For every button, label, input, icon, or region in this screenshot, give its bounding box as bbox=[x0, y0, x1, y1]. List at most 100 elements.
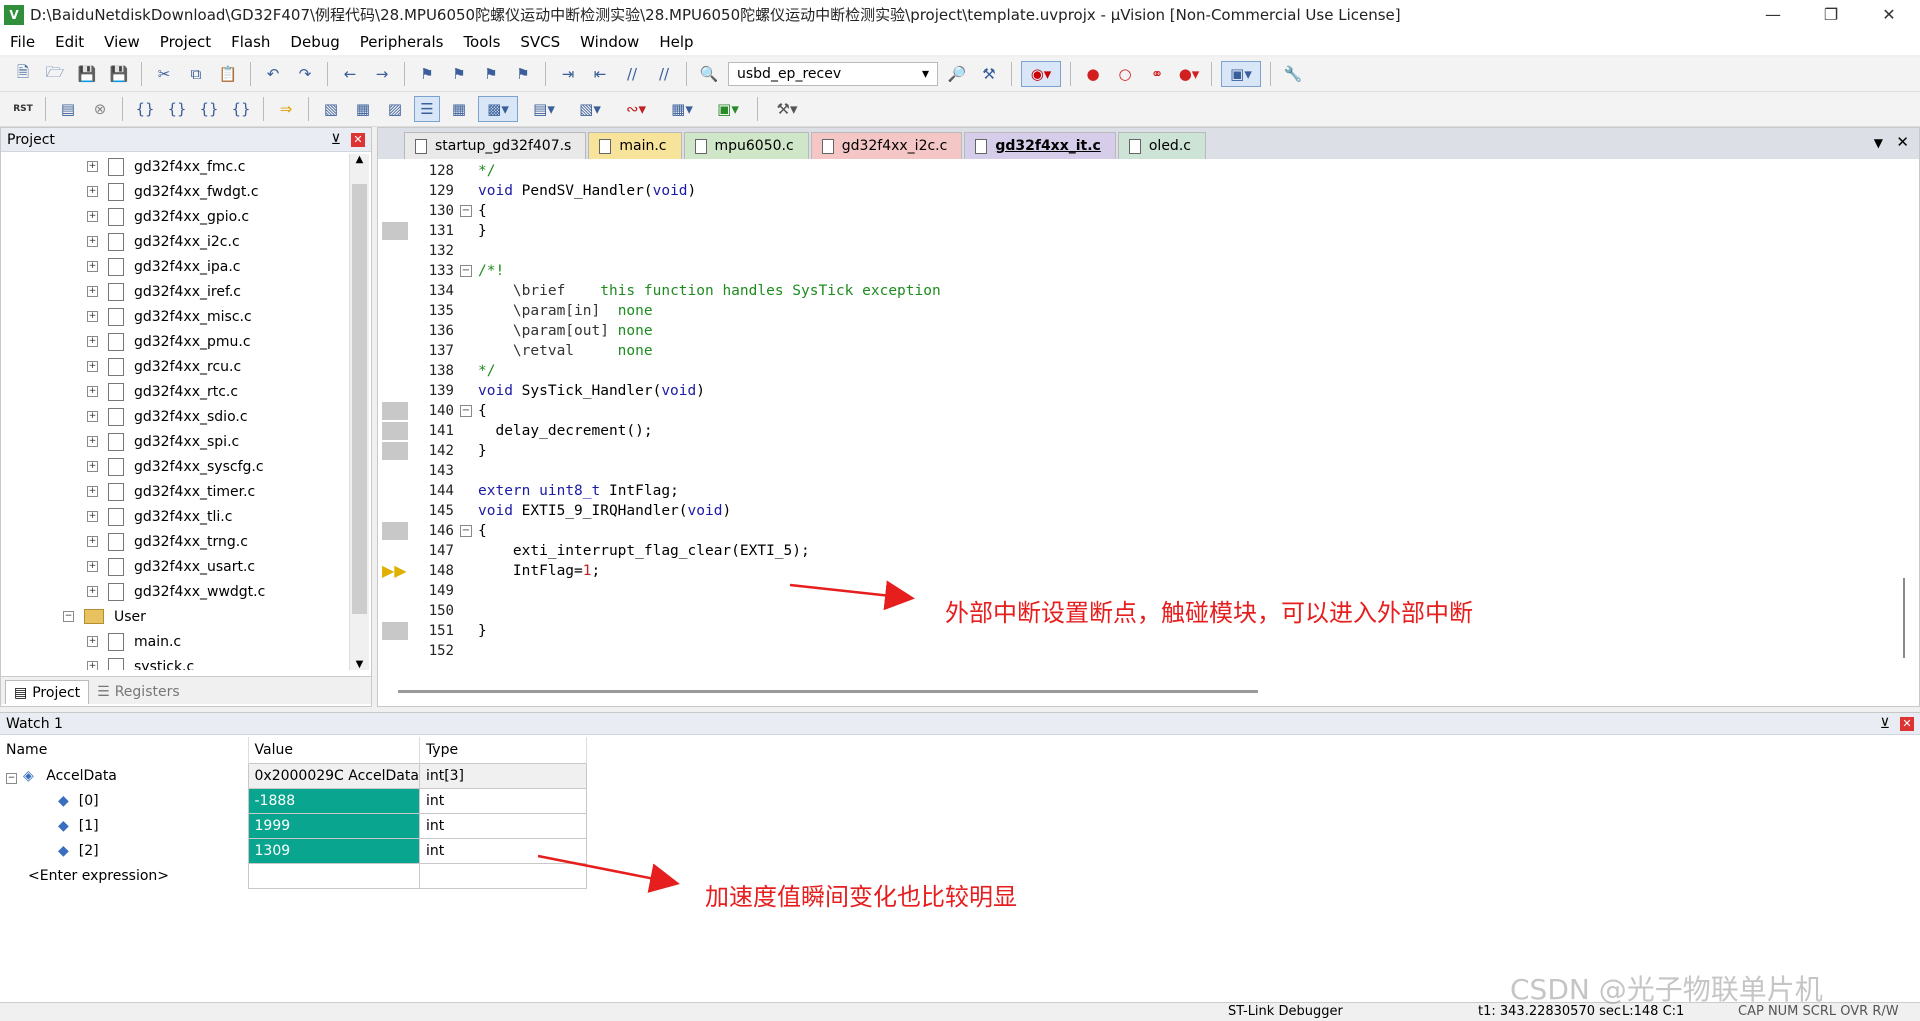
system-viewer-icon[interactable]: ▦▾ bbox=[662, 96, 702, 122]
project-scrollbar[interactable]: ▲ ▼ bbox=[349, 154, 369, 670]
serial-windows-icon[interactable]: ▧▾ bbox=[570, 96, 610, 122]
reset-button[interactable]: RST bbox=[10, 96, 36, 122]
symbols-icon[interactable]: ▨ bbox=[382, 96, 408, 122]
code-line[interactable]: \retval none bbox=[478, 341, 653, 361]
code-line[interactable]: \brief this function handles SysTick exc… bbox=[478, 281, 941, 301]
tab-project[interactable]: ▤ Project bbox=[5, 680, 90, 704]
executable-line-marker[interactable] bbox=[382, 622, 408, 640]
debug-session-icon[interactable]: ◉▾ bbox=[1021, 61, 1061, 87]
step-over-icon[interactable]: {} bbox=[164, 96, 190, 122]
editor-tab[interactable]: oled.c bbox=[1117, 132, 1206, 159]
watch-value-cell[interactable]: 1309 bbox=[247, 837, 420, 864]
watch-value-cell[interactable]: 1999 bbox=[247, 812, 420, 839]
tree-file[interactable]: + gd32f4xx_gpio.c bbox=[1, 204, 349, 229]
scroll-thumb[interactable] bbox=[398, 690, 1258, 693]
disable-all-breakpoints-icon[interactable]: ⚭ bbox=[1144, 61, 1170, 87]
menu-tools[interactable]: Tools bbox=[453, 33, 510, 51]
expand-icon[interactable]: + bbox=[87, 486, 98, 497]
maximize-button[interactable]: ❐ bbox=[1802, 0, 1860, 29]
step-out-icon[interactable]: {} bbox=[196, 96, 222, 122]
save-icon[interactable]: 💾 bbox=[74, 61, 100, 87]
expand-icon[interactable]: + bbox=[87, 461, 98, 472]
executable-line-marker[interactable] bbox=[382, 522, 408, 540]
tree-file[interactable]: + gd32f4xx_timer.c bbox=[1, 479, 349, 504]
watch-name-cell[interactable]: ◆ [1] bbox=[0, 813, 248, 838]
watch-name-cell[interactable]: − ◈ AccelData bbox=[0, 763, 249, 788]
tree-folder-user[interactable]: − User bbox=[1, 604, 349, 629]
watch-name-cell[interactable]: ◆ [0] bbox=[0, 788, 248, 813]
kill-breakpoints-icon[interactable]: ●▾ bbox=[1176, 61, 1202, 87]
menu-debug[interactable]: Debug bbox=[280, 33, 349, 51]
expand-icon[interactable]: + bbox=[87, 411, 98, 422]
tree-file[interactable]: + gd32f4xx_syscfg.c bbox=[1, 454, 349, 479]
close-panel-icon[interactable]: ✕ bbox=[1900, 716, 1914, 731]
scroll-up-icon[interactable]: ▲ bbox=[350, 154, 369, 165]
menu-flash[interactable]: Flash bbox=[221, 33, 280, 51]
disassembly-icon[interactable]: ▦ bbox=[350, 96, 376, 122]
run-to-cursor-icon[interactable]: {} bbox=[228, 96, 254, 122]
step-into-icon[interactable]: {} bbox=[132, 96, 158, 122]
editor-tab[interactable]: mpu6050.c bbox=[683, 132, 809, 159]
undo-icon[interactable]: ↶ bbox=[260, 61, 286, 87]
fold-icon[interactable]: − bbox=[460, 265, 472, 277]
menu-peripherals[interactable]: Peripherals bbox=[350, 33, 454, 51]
code-line[interactable]: \param[out] none bbox=[478, 321, 653, 341]
toolbox-icon[interactable]: ⚒▾ bbox=[767, 96, 807, 122]
editor-tab-active[interactable]: gd32f4xx_it.c bbox=[964, 132, 1116, 159]
incremental-find-icon[interactable]: ⚒ bbox=[976, 61, 1002, 87]
expand-icon[interactable]: + bbox=[87, 636, 98, 647]
indent-icon[interactable]: ⇥ bbox=[555, 61, 581, 87]
find-in-files-icon[interactable]: 🔍 bbox=[696, 61, 722, 87]
tree-file[interactable]: + gd32f4xx_sdio.c bbox=[1, 404, 349, 429]
close-tab-icon[interactable]: ✕ bbox=[1896, 133, 1909, 151]
tree-file[interactable]: + gd32f4xx_misc.c bbox=[1, 304, 349, 329]
close-panel-icon[interactable]: ✕ bbox=[351, 132, 365, 147]
expand-icon[interactable]: + bbox=[87, 586, 98, 597]
call-stack-icon[interactable]: ▦ bbox=[446, 96, 472, 122]
code-line[interactable]: */ bbox=[478, 361, 495, 381]
expand-icon[interactable]: + bbox=[87, 661, 98, 670]
fold-icon[interactable]: − bbox=[460, 205, 472, 217]
tree-file[interactable]: + gd32f4xx_rcu.c bbox=[1, 354, 349, 379]
target-combo[interactable]: usbd_ep_recev ▾ bbox=[728, 62, 938, 86]
menu-view[interactable]: View bbox=[94, 33, 150, 51]
tree-file[interactable]: + gd32f4xx_trng.c bbox=[1, 529, 349, 554]
editor-vertical-scroll-thumb[interactable] bbox=[1903, 578, 1905, 658]
nav-forward-icon[interactable]: → bbox=[369, 61, 395, 87]
code-line[interactable]: { bbox=[478, 521, 487, 541]
fold-icon[interactable]: − bbox=[460, 525, 472, 537]
code-line[interactable]: exti_interrupt_flag_clear(EXTI_5); bbox=[478, 541, 810, 561]
editor-tab[interactable]: gd32f4xx_i2c.c bbox=[810, 132, 963, 159]
code-line[interactable]: IntFlag=1; bbox=[478, 561, 600, 581]
collapse-icon[interactable]: − bbox=[63, 611, 74, 622]
editor-horizontal-scrollbar[interactable] bbox=[398, 685, 1898, 699]
expand-icon[interactable]: + bbox=[87, 261, 98, 272]
close-button[interactable]: ✕ bbox=[1860, 0, 1918, 29]
expand-icon[interactable]: + bbox=[87, 286, 98, 297]
expand-icon[interactable]: + bbox=[87, 161, 98, 172]
tab-registers[interactable]: ☰ Registers bbox=[89, 680, 188, 704]
menu-file[interactable]: File bbox=[0, 33, 45, 51]
show-next-statement-icon[interactable]: ⇒ bbox=[273, 96, 299, 122]
trace-windows-icon[interactable]: ▣▾ bbox=[708, 96, 748, 122]
executable-line-marker[interactable] bbox=[382, 402, 408, 420]
expand-icon[interactable]: + bbox=[87, 236, 98, 247]
menu-project[interactable]: Project bbox=[150, 33, 221, 51]
editor-tab[interactable]: main.c bbox=[588, 132, 682, 159]
run-icon[interactable]: ▤ bbox=[55, 96, 81, 122]
tab-list-dropdown-icon[interactable]: ▼ bbox=[1874, 136, 1883, 150]
code-line[interactable]: } bbox=[478, 441, 487, 461]
watch-value-cell[interactable]: 0x2000029C AccelData bbox=[247, 762, 420, 789]
tree-file[interactable]: + gd32f4xx_fwdgt.c bbox=[1, 179, 349, 204]
executable-line-marker[interactable] bbox=[382, 442, 408, 460]
table-row[interactable]: ◆ [0] -1888 int bbox=[0, 787, 587, 814]
unindent-icon[interactable]: ⇤ bbox=[587, 61, 613, 87]
menu-edit[interactable]: Edit bbox=[45, 33, 94, 51]
fold-icon[interactable]: − bbox=[460, 405, 472, 417]
redo-icon[interactable]: ↷ bbox=[292, 61, 318, 87]
enter-expression-cell[interactable]: <Enter expression> bbox=[0, 863, 248, 888]
enter-expression-row[interactable]: <Enter expression> bbox=[0, 862, 587, 889]
window-layout-icon[interactable]: ▣▾ bbox=[1221, 61, 1261, 87]
cut-icon[interactable]: ✂ bbox=[151, 61, 177, 87]
expand-icon[interactable]: + bbox=[87, 561, 98, 572]
